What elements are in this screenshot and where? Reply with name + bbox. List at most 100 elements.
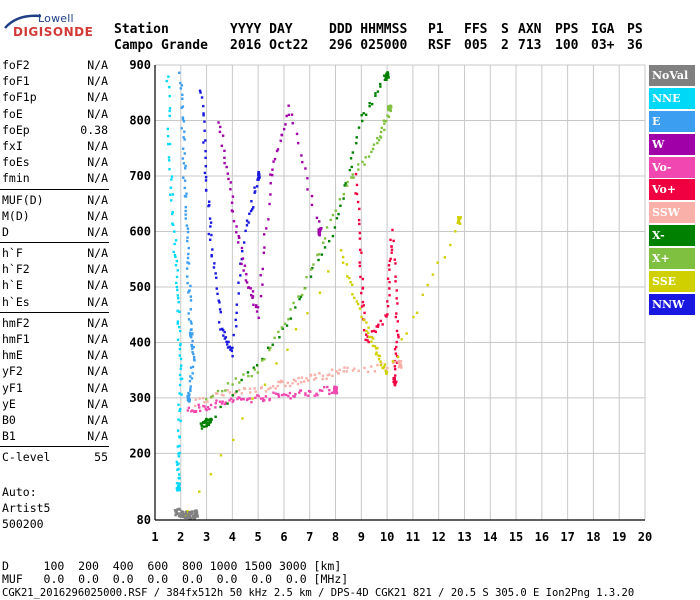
data-point: [263, 383, 267, 386]
data-point: [186, 239, 189, 243]
data-point: [182, 120, 186, 123]
x-tick-label: 16: [535, 530, 549, 544]
data-point: [349, 280, 352, 284]
data-point: [318, 389, 322, 392]
data-point: [288, 391, 292, 395]
data-point: [390, 245, 393, 248]
x-tick-label: 18: [586, 530, 600, 544]
data-point: [204, 156, 207, 160]
data-point: [301, 160, 304, 164]
data-point: [241, 417, 244, 420]
data-point: [393, 378, 396, 381]
data-point: [263, 246, 266, 249]
data-point: [247, 374, 250, 378]
data-point: [318, 291, 322, 294]
data-point: [322, 241, 325, 244]
data-point: [226, 382, 230, 385]
data-point: [231, 195, 235, 198]
data-point: [379, 319, 382, 323]
data-point: [277, 330, 280, 334]
data-point: [191, 510, 194, 513]
data-point: [314, 376, 318, 380]
data-point: [231, 210, 234, 213]
data-point: [260, 386, 263, 389]
data-point: [283, 322, 287, 325]
data-point: [214, 415, 217, 418]
data-point: [240, 246, 244, 250]
data-point: [386, 300, 389, 303]
data-point: [286, 348, 289, 351]
data-point: [306, 177, 309, 180]
data-point: [230, 349, 234, 353]
data-point: [258, 176, 261, 179]
data-point: [387, 115, 391, 119]
data-point: [383, 122, 386, 125]
data-point: [328, 392, 331, 396]
data-point: [186, 275, 189, 278]
data-point: [251, 296, 254, 299]
data-point: [355, 136, 358, 139]
data-point: [225, 340, 228, 343]
data-point: [218, 130, 222, 134]
data-point: [395, 345, 398, 349]
data-point: [189, 385, 192, 388]
data-point: [257, 394, 260, 398]
data-point: [189, 328, 193, 332]
data-point: [356, 200, 360, 204]
data-point: [198, 409, 202, 413]
data-point: [248, 387, 252, 390]
data-point: [235, 303, 239, 306]
data-point: [257, 171, 261, 174]
data-point: [315, 216, 319, 220]
data-point: [235, 325, 238, 328]
data-point: [186, 230, 190, 234]
data-point: [379, 85, 382, 88]
data-point: [247, 221, 250, 224]
data-point: [203, 405, 206, 408]
data-point: [198, 490, 201, 493]
data-point: [355, 192, 359, 196]
data-point: [436, 261, 439, 264]
data-point: [259, 274, 262, 277]
data-point: [182, 136, 185, 139]
data-point: [364, 156, 367, 159]
data-point: [276, 148, 280, 151]
data-point: [240, 378, 243, 382]
data-point: [248, 397, 252, 400]
data-point: [396, 320, 400, 323]
data-point: [263, 358, 266, 361]
data-point: [219, 310, 222, 314]
data-point: [358, 237, 362, 240]
data-point: [304, 167, 307, 170]
legend-item: E: [649, 110, 695, 132]
data-point: [190, 517, 193, 520]
data-point: [217, 121, 220, 124]
data-point: [232, 219, 236, 223]
data-point: [218, 301, 221, 304]
data-point: [284, 123, 287, 126]
data-point: [337, 372, 340, 375]
data-point: [204, 165, 208, 168]
data-point: [458, 222, 462, 225]
data-point: [241, 257, 245, 260]
data-point: [168, 167, 171, 171]
data-point: [392, 380, 395, 383]
data-point: [254, 390, 257, 393]
data-point: [184, 217, 187, 220]
data-point: [357, 163, 360, 166]
data-point: [289, 308, 292, 311]
data-point: [235, 225, 238, 228]
data-point: [346, 366, 349, 370]
data-point: [201, 396, 205, 400]
data-point: [183, 138, 186, 141]
data-point: [317, 253, 321, 256]
data-point: [305, 377, 308, 380]
data-point: [213, 262, 216, 265]
data-point: [231, 383, 234, 386]
data-point: [310, 203, 314, 207]
data-point: [209, 221, 213, 224]
data-point: [232, 438, 235, 442]
data-point: [361, 119, 364, 123]
data-point: [209, 473, 213, 476]
data-point: [176, 487, 180, 491]
